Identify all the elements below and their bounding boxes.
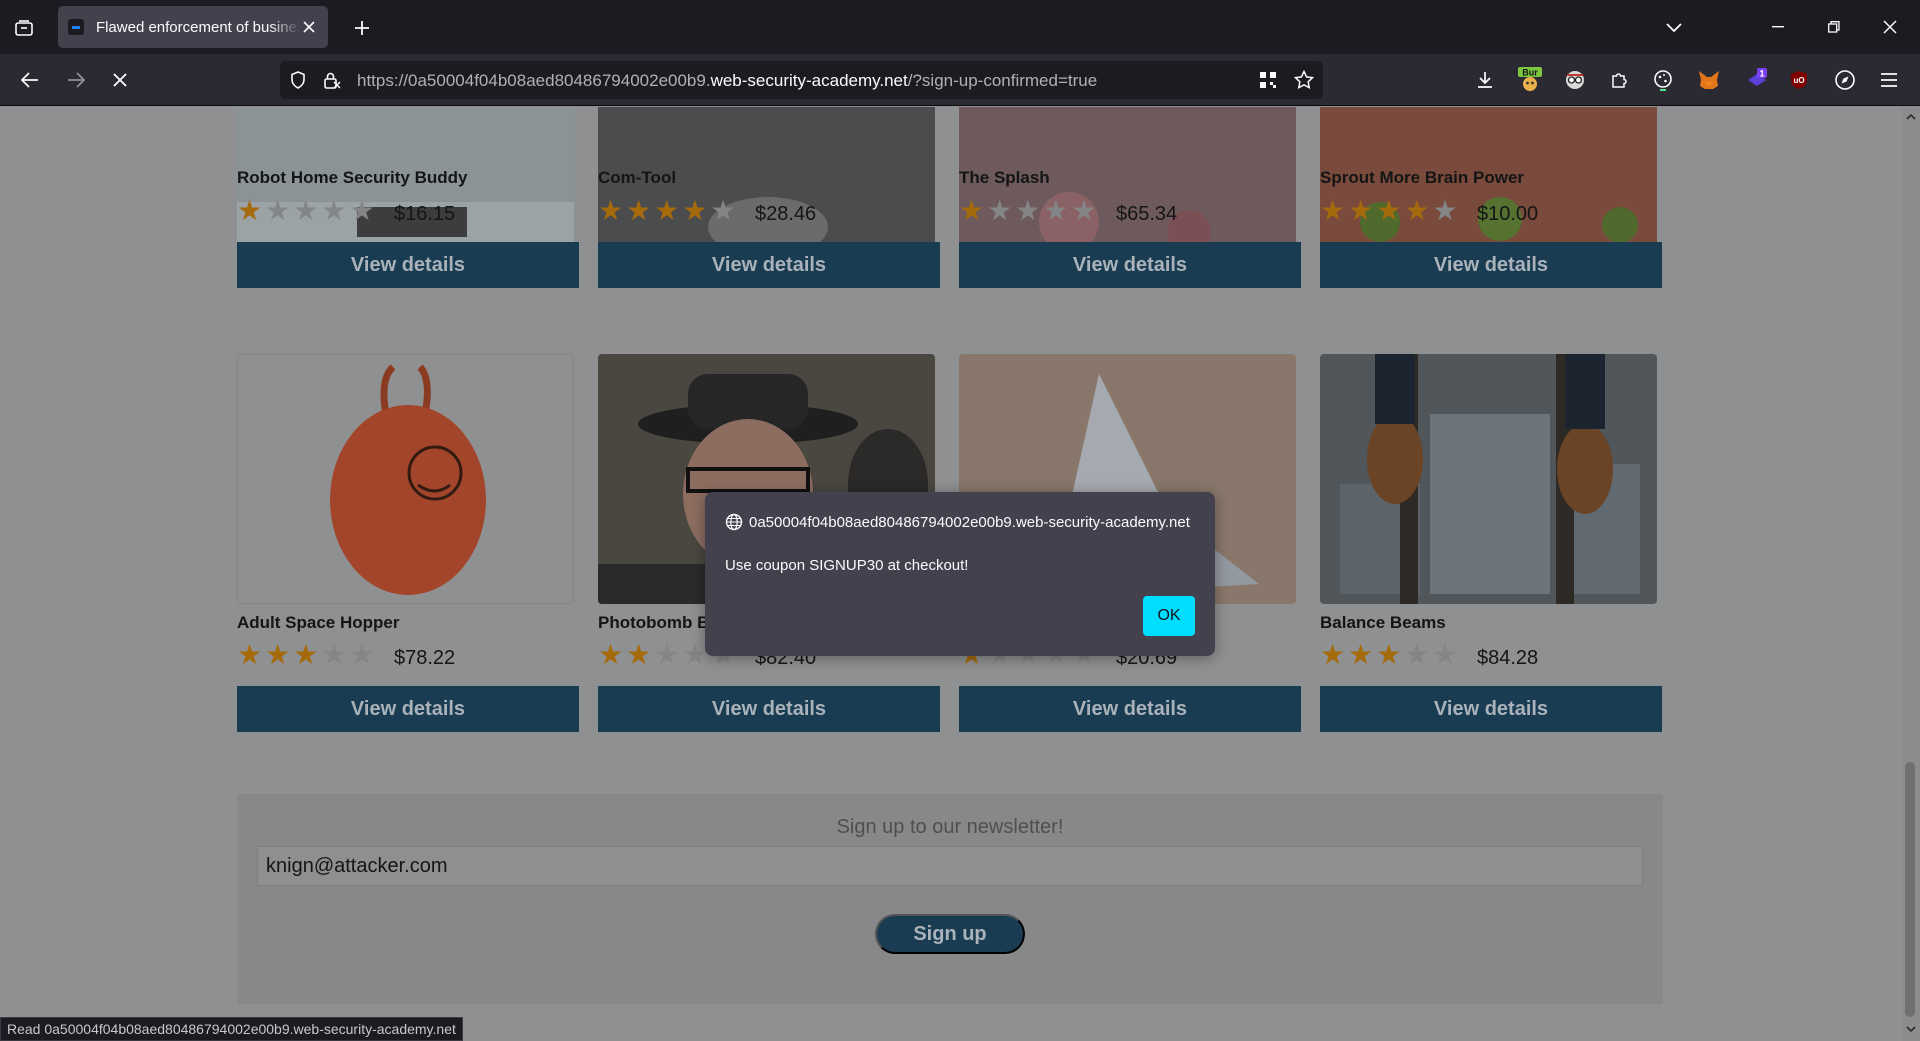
product-price: $84.28 (1477, 647, 1539, 669)
product-name: Robot Home Security Buddy (237, 168, 468, 187)
view-details-button[interactable]: View details (237, 686, 579, 732)
product-image[interactable] (237, 354, 574, 604)
product-price: $65.34 (1116, 203, 1178, 225)
alert-dialog: 0a50004f04b08aed80486794002e00b9.web-sec… (705, 492, 1215, 656)
tab-title: Flawed enforcement of business rules (95, 18, 300, 36)
hamburger-menu-icon[interactable] (1876, 67, 1902, 93)
product-name: Photobomb Ba (598, 613, 719, 632)
dialog-message: Use coupon SIGNUP30 at checkout! (725, 557, 969, 574)
view-details-button[interactable]: View details (1320, 242, 1662, 288)
scroll-down-arrow-icon[interactable] (1905, 1023, 1917, 1035)
back-arrow-icon[interactable] (14, 64, 46, 96)
navigation-toolbar: https://0a50004f04b08aed80486794002e00b9… (0, 54, 1920, 106)
view-details-button[interactable]: View details (237, 242, 579, 288)
qr-code-icon[interactable] (1258, 70, 1278, 90)
purple-badge-extension-icon[interactable]: 1 (1744, 67, 1770, 93)
tab-list-icon[interactable] (8, 12, 40, 44)
restore-icon[interactable] (1812, 10, 1856, 44)
rating-stars: ★★★★★ (959, 195, 1097, 226)
product-price: $16.15 (394, 203, 456, 225)
address-bar[interactable]: https://0a50004f04b08aed80486794002e00b9… (280, 61, 1323, 99)
list-all-tabs-chevron-icon[interactable] (1658, 14, 1690, 42)
ublock-origin-icon[interactable]: uO (1786, 67, 1812, 93)
view-details-button[interactable]: View details (1320, 686, 1662, 732)
product-name: Com-Tool (598, 168, 677, 187)
rating-stars: ★★★★★ (237, 195, 375, 226)
view-details-button[interactable]: View details (598, 686, 940, 732)
product-name: Adult Space Hopper (237, 613, 400, 632)
page-scrollbar[interactable] (1902, 107, 1920, 1041)
view-details-button[interactable]: View details (598, 242, 940, 288)
tab-favicon-icon (68, 19, 84, 35)
bookmark-star-icon[interactable] (1294, 70, 1314, 90)
tracking-protection-shield-icon[interactable] (288, 70, 308, 90)
newsletter-title: Sign up to our newsletter! (836, 816, 1064, 838)
dialog-origin: 0a50004f04b08aed80486794002e00b9.web-sec… (749, 513, 1190, 531)
view-details-button[interactable]: View details (959, 242, 1301, 288)
newsletter-email-input[interactable] (257, 846, 1643, 886)
product-price: $10.00 (1477, 203, 1539, 225)
product-price: $78.22 (394, 647, 456, 669)
scrollbar-thumb[interactable] (1905, 762, 1915, 1017)
ok-button[interactable]: OK (1143, 596, 1195, 636)
scroll-up-arrow-icon[interactable] (1905, 111, 1917, 123)
status-bar: Read 0a50004f04b08aed80486794002e00b9.we… (0, 1017, 463, 1041)
view-details-button[interactable]: View details (959, 686, 1301, 732)
product-image[interactable] (1320, 354, 1657, 604)
sign-up-button[interactable]: Sign up (875, 914, 1025, 954)
downloads-icon[interactable] (1472, 67, 1498, 93)
rating-stars: ★★★★★ (1320, 639, 1458, 670)
product-price: $28.46 (755, 203, 817, 225)
metamask-fox-icon[interactable] (1696, 67, 1722, 93)
tab-close-icon[interactable] (300, 18, 318, 36)
product-name: Sprout More Brain Power (1320, 168, 1525, 187)
svg-text:1: 1 (1759, 69, 1764, 79)
burp-extension-icon[interactable]: Bur (1518, 67, 1544, 93)
close-window-icon[interactable] (1868, 10, 1912, 44)
active-tab[interactable]: Flawed enforcement of business rules (58, 6, 328, 48)
rating-stars: ★★★★★ (237, 639, 375, 670)
new-tab-plus-icon[interactable] (346, 12, 378, 44)
svg-text:uO: uO (1793, 76, 1804, 85)
forward-arrow-icon[interactable] (60, 64, 92, 96)
compass-extension-icon[interactable] (1832, 67, 1858, 93)
product-name: The Splash (959, 168, 1050, 187)
globe-icon (725, 513, 743, 531)
stop-loading-icon[interactable] (104, 64, 136, 96)
minimize-icon[interactable] (1756, 10, 1800, 44)
svg-text:Bur: Bur (1522, 68, 1538, 78)
cookie-extension-icon[interactable] (1650, 67, 1676, 93)
url-text: https://0a50004f04b08aed80486794002e00b9… (357, 71, 1098, 90)
glasses-extension-icon[interactable] (1562, 67, 1588, 93)
product-name: Balance Beams (1320, 613, 1446, 632)
tab-bar: Flawed enforcement of business rules (0, 0, 1920, 54)
rating-stars: ★★★★★ (1320, 195, 1458, 226)
newsletter-section: Sign up to our newsletter! Sign up (237, 794, 1663, 1004)
dialog-header: 0a50004f04b08aed80486794002e00b9.web-sec… (725, 513, 1190, 531)
rating-stars: ★★★★★ (598, 195, 736, 226)
extensions-puzzle-icon[interactable] (1606, 67, 1632, 93)
connection-lock-icon[interactable] (322, 70, 342, 90)
